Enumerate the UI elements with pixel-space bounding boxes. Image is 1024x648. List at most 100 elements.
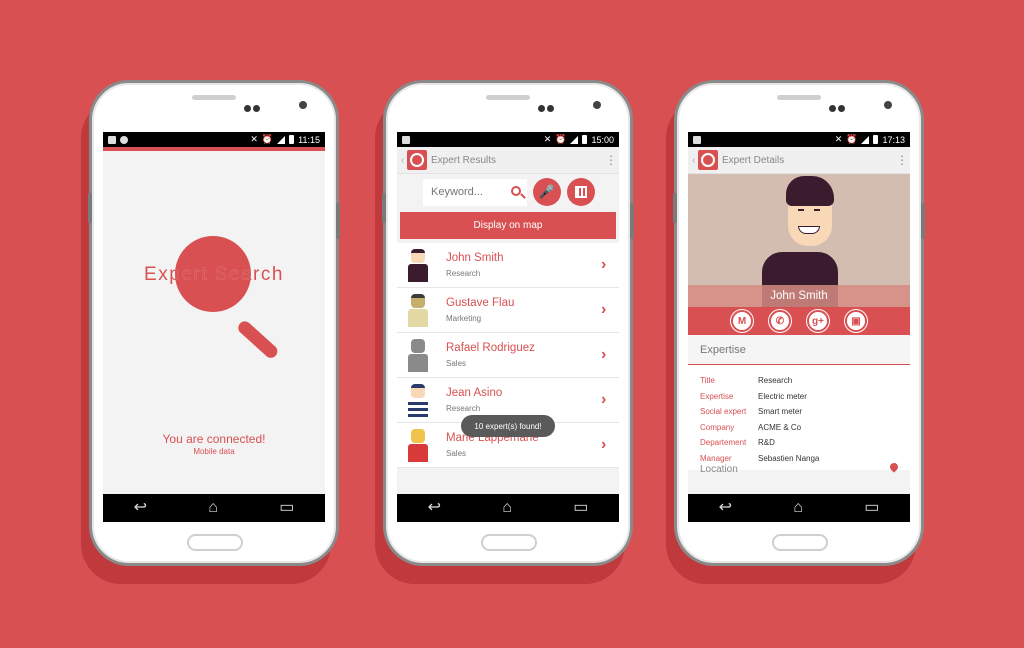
battery-icon xyxy=(873,135,879,144)
detail-key: Expertise xyxy=(700,391,734,401)
chevron-right-icon: › xyxy=(601,346,607,363)
john-avatar-icon xyxy=(405,247,431,283)
power-button xyxy=(336,203,340,239)
alarm-icon: ⏰ xyxy=(846,134,858,144)
detail-row: Departement R&D xyxy=(700,435,898,451)
details-screen: ✕ ⏰ 17:13 ‹ Expert Details ⋮ John Smith … xyxy=(688,132,910,522)
phone-call-icon[interactable]: ✆ xyxy=(769,310,791,332)
chevron-right-icon: › xyxy=(601,256,607,273)
image-notification-icon xyxy=(108,135,116,144)
chevron-right-icon: › xyxy=(601,436,607,453)
gmail-icon[interactable]: M xyxy=(731,310,753,332)
hardware-home-button[interactable] xyxy=(772,534,828,551)
screen-title: Expert Results xyxy=(431,154,497,166)
search-field-wrap xyxy=(423,178,527,206)
android-nav-bar: ↩ ⌂ ▭ xyxy=(688,494,910,522)
splash-screen: ✕ ⏰ 11:15 Expert Search You are connecte… xyxy=(103,132,325,522)
notification-icon xyxy=(693,135,701,144)
status-bar: ✕ ⏰ 15:00 xyxy=(397,132,619,147)
android-nav-bar: ↩ ⌂ ▭ xyxy=(103,494,325,522)
detail-value: Sebastien Nanga xyxy=(758,453,820,463)
microphone-button[interactable]: 🎤 xyxy=(533,178,561,206)
expert-department: Research xyxy=(446,269,481,278)
expert-department: Sales xyxy=(446,359,467,368)
android-avatar-icon xyxy=(405,427,431,463)
results-toast: 10 expert(s) found! xyxy=(461,415,555,437)
app-logo-icon[interactable] xyxy=(698,150,718,170)
display-on-map-button[interactable]: Display on map xyxy=(400,212,616,239)
detail-key: Departement xyxy=(700,438,747,448)
recents-icon[interactable]: ▭ xyxy=(864,500,879,516)
search-icon[interactable] xyxy=(511,185,521,196)
app-title: Expert Search xyxy=(103,264,325,286)
home-icon[interactable]: ⌂ xyxy=(208,500,218,516)
expert-name: John Smith xyxy=(446,252,504,264)
status-bar: ✕ ⏰ 17:13 xyxy=(688,132,910,147)
home-icon[interactable]: ⌂ xyxy=(793,500,803,516)
app-logo-icon[interactable] xyxy=(407,150,427,170)
google-plus-icon[interactable]: g+ xyxy=(807,310,829,332)
results-screen: ✕ ⏰ 15:00 ‹ Expert Results ⋮ Keyword... … xyxy=(397,132,619,522)
expert-list-item[interactable]: Gustave Flau Marketing › xyxy=(397,288,619,333)
battery-icon xyxy=(289,135,295,144)
recents-icon[interactable]: ▭ xyxy=(279,500,294,516)
connection-type: Mobile data xyxy=(193,447,235,456)
section-title: Expertise xyxy=(688,335,910,365)
expert-details: Title Research Expertise Electric meter … xyxy=(688,365,910,470)
status-time: 15:00 xyxy=(591,134,614,145)
status-time: 11:15 xyxy=(298,134,320,145)
action-bar: ‹ Expert Results ⋮ xyxy=(397,147,619,174)
back-icon[interactable]: ↩ xyxy=(428,500,441,516)
front-sensors xyxy=(244,99,264,112)
front-sensors xyxy=(538,99,558,112)
detail-key: Title xyxy=(700,376,715,386)
front-camera xyxy=(593,101,601,109)
power-button xyxy=(630,203,634,239)
expert-department: Research xyxy=(446,404,481,413)
qr-code-button[interactable] xyxy=(567,178,595,206)
status-time: 17:13 xyxy=(882,134,905,145)
home-icon[interactable]: ⌂ xyxy=(502,500,512,516)
recents-icon[interactable]: ▭ xyxy=(573,500,588,516)
battery-icon xyxy=(582,135,588,144)
back-icon[interactable]: ↩ xyxy=(719,500,732,516)
expert-portrait: John Smith xyxy=(688,174,910,307)
connection-status: You are connected! xyxy=(162,432,266,446)
location-heading: Location xyxy=(700,464,738,475)
expert-name: Gustave Flau xyxy=(446,297,515,309)
phone-results: ✕ ⏰ 15:00 ‹ Expert Results ⋮ Keyword... … xyxy=(375,80,634,584)
action-bar: ‹ Expert Details ⋮ xyxy=(688,147,910,174)
hardware-home-button[interactable] xyxy=(481,534,537,551)
detail-value: Research xyxy=(758,376,793,386)
detail-value: R&D xyxy=(758,438,775,448)
overflow-menu-icon[interactable]: ⋮ xyxy=(896,154,908,166)
detail-row: Social expert Smart meter xyxy=(700,404,898,420)
detail-value: Smart meter xyxy=(758,407,803,417)
expert-name: Jean Asino xyxy=(446,387,503,399)
front-camera xyxy=(299,101,307,109)
alarm-icon: ⏰ xyxy=(555,134,567,144)
volume-button xyxy=(88,193,92,223)
detail-value: ACME & Co xyxy=(758,422,802,432)
power-button xyxy=(921,203,925,239)
detail-key: Manager xyxy=(700,453,732,463)
hardware-home-button[interactable] xyxy=(187,534,243,551)
phone-body: ✕ ⏰ 11:15 Expert Search You are connecte… xyxy=(88,80,340,566)
screen-title: Expert Details xyxy=(722,154,785,166)
signal-icon xyxy=(277,135,286,144)
overflow-menu-icon[interactable]: ⋮ xyxy=(605,154,617,166)
expert-name-banner: John Smith xyxy=(688,285,910,307)
search-row: 🎤 xyxy=(397,174,619,210)
expert-list-item[interactable]: John Smith Research › xyxy=(397,243,619,288)
android-nav-bar: ↩ ⌂ ▭ xyxy=(397,494,619,522)
volume-button xyxy=(673,193,677,223)
phone-body: ✕ ⏰ 15:00 ‹ Expert Results ⋮ Keyword... … xyxy=(382,80,634,566)
expert-list-item[interactable]: Rafael Rodriguez Sales › xyxy=(397,333,619,378)
vibrate-icon: ✕ xyxy=(250,134,258,144)
front-sensors xyxy=(829,99,849,112)
earpiece-speaker xyxy=(777,95,821,100)
chevron-right-icon: › xyxy=(601,391,607,408)
back-icon[interactable]: ↩ xyxy=(134,500,147,516)
phone-body: ✕ ⏰ 17:13 ‹ Expert Details ⋮ John Smith … xyxy=(673,80,925,566)
contact-card-icon[interactable]: ▣ xyxy=(845,310,867,332)
